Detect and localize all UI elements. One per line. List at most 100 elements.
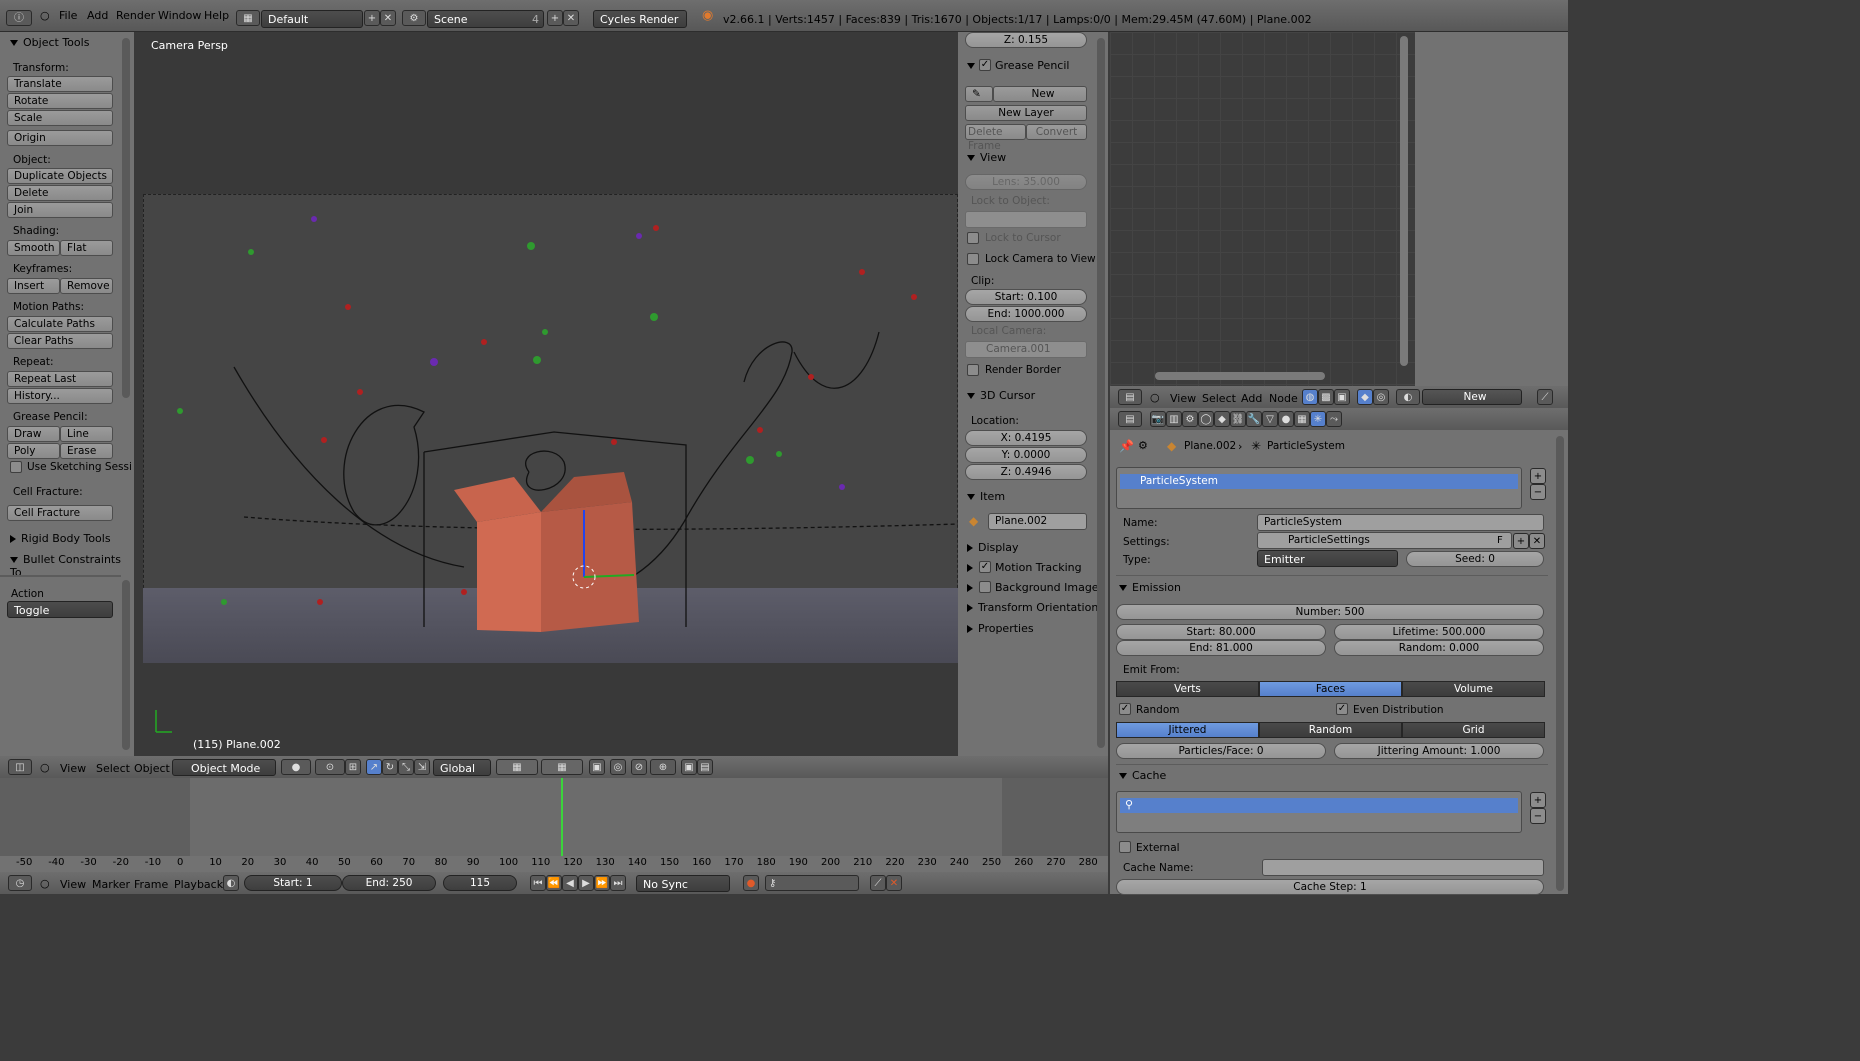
jittering-amount-field[interactable]: Jittering Amount: 1.000: [1334, 743, 1544, 759]
external-checkbox[interactable]: [1119, 841, 1131, 853]
new-grease-button[interactable]: New: [993, 86, 1087, 102]
pencil-icon[interactable]: ✎: [965, 86, 993, 102]
erase-button[interactable]: Erase: [60, 443, 113, 459]
constraints-tab-icon[interactable]: ⛓: [1230, 411, 1246, 427]
grease-pencil-checkbox[interactable]: ✓: [979, 59, 991, 71]
cursor-x-field[interactable]: X: 0.4195: [965, 430, 1087, 446]
cache-name-field[interactable]: [1262, 859, 1544, 876]
use-sketching-checkbox[interactable]: [10, 461, 22, 473]
viewport-shading-icon[interactable]: ●: [281, 759, 311, 775]
world-tab-icon[interactable]: ◯: [1198, 411, 1214, 427]
tool-shelf-scrollbar[interactable]: [122, 38, 130, 398]
end-frame-field[interactable]: End: 250: [342, 875, 436, 891]
render-tab-icon[interactable]: 📷: [1150, 411, 1166, 427]
timeline-marker-menu[interactable]: Marker: [92, 878, 130, 891]
background-images-header[interactable]: [967, 581, 978, 594]
delete-frame-button[interactable]: Delete Frame: [965, 124, 1026, 152]
new-layer-button[interactable]: New Layer: [965, 105, 1087, 121]
even-distribution-checkbox[interactable]: ✓: [1336, 703, 1348, 715]
current-frame-field[interactable]: 115: [443, 875, 517, 891]
node-editor-type-icon[interactable]: ▤: [1118, 389, 1142, 405]
random-lifetime-field[interactable]: Random: 0.000: [1334, 640, 1544, 656]
background-images-checkbox[interactable]: [979, 581, 991, 593]
menu-render[interactable]: Render: [116, 9, 155, 22]
opengl-anim-icon[interactable]: ▤: [697, 759, 713, 775]
opengl-render-icon[interactable]: ▣: [681, 759, 697, 775]
particle-type-select[interactable]: Emitter: [1257, 550, 1398, 567]
lens-field[interactable]: Lens: 35.000: [965, 174, 1087, 190]
pivot-point-icon[interactable]: ⊙: [315, 759, 345, 775]
particle-name-field[interactable]: ParticleSystem: [1257, 514, 1544, 531]
draw-button[interactable]: Draw: [7, 426, 60, 442]
jump-start-icon[interactable]: ⏮: [530, 875, 546, 891]
data-tab-icon[interactable]: ▽: [1262, 411, 1278, 427]
scene-layers-icon[interactable]: ▦: [496, 759, 538, 775]
material-tab-icon[interactable]: ●: [1278, 411, 1294, 427]
interaction-mode-select[interactable]: Object Mode: [172, 759, 276, 776]
particle-system-list-item[interactable]: ParticleSystem: [1120, 474, 1518, 489]
origin-button[interactable]: Origin: [7, 130, 113, 146]
repeat-last-button[interactable]: Repeat Last: [7, 371, 113, 387]
delete-button[interactable]: Delete: [7, 185, 113, 201]
modifiers-tab-icon[interactable]: 🔧: [1246, 411, 1262, 427]
emit-verts-option[interactable]: Verts: [1116, 681, 1259, 697]
line-button[interactable]: Line: [60, 426, 113, 442]
lock-camera-checkbox[interactable]: [967, 253, 979, 265]
scene-tab-icon[interactable]: ⚙: [1182, 411, 1198, 427]
join-button[interactable]: Join: [7, 202, 113, 218]
collapse-menu-icon[interactable]: ○: [40, 761, 50, 774]
timeline-view-menu[interactable]: View: [60, 878, 86, 891]
item-name-field[interactable]: Plane.002: [988, 513, 1087, 530]
add-particle-system-icon[interactable]: +: [1530, 468, 1546, 484]
number-field[interactable]: Number: 500: [1116, 604, 1544, 620]
clip-start-field[interactable]: Start: 0.100: [965, 289, 1087, 305]
properties-scrollbar[interactable]: [1556, 436, 1564, 891]
collapse-menu-icon[interactable]: ○: [1150, 391, 1160, 404]
rotate-manipulator-icon[interactable]: ↻: [382, 759, 398, 775]
smooth-button[interactable]: Smooth: [7, 240, 60, 256]
local-camera-field[interactable]: Camera.001: [965, 341, 1087, 358]
auto-keyframe-icon[interactable]: ●: [743, 875, 759, 891]
scene-layers-2-icon[interactable]: ▦: [541, 759, 583, 775]
scene-name-field[interactable]: Scene 4: [427, 10, 544, 28]
scale-button[interactable]: Scale: [7, 110, 113, 126]
translate-manipulator-icon[interactable]: ↗: [366, 759, 382, 775]
screen-layout-icon[interactable]: ▦: [236, 10, 260, 26]
node-editor-v-scrollbar[interactable]: [1400, 36, 1408, 366]
calculate-paths-button[interactable]: Calculate Paths: [7, 316, 113, 332]
texture-nodes-icon[interactable]: ▩: [1318, 389, 1334, 405]
current-frame-line[interactable]: [561, 778, 563, 856]
transform-orientations-header[interactable]: Transform Orientations: [967, 601, 1104, 614]
item-header[interactable]: Item: [967, 490, 1005, 503]
lock-layers-icon[interactable]: ▣: [589, 759, 605, 775]
3d-viewport[interactable]: Camera Persp (115) Plane.002: [134, 32, 958, 756]
clip-end-field[interactable]: End: 1000.000: [965, 306, 1087, 322]
fake-user-toggle[interactable]: F: [1497, 535, 1503, 546]
timeline-playback-menu[interactable]: Playback: [174, 878, 223, 891]
z-rotation-field[interactable]: Z: 0.155: [965, 32, 1087, 48]
cache-step-field[interactable]: Cache Step: 1: [1116, 879, 1544, 895]
lock-object-field[interactable]: [965, 211, 1087, 228]
rotate-button[interactable]: Rotate: [7, 93, 113, 109]
remove-cache-icon[interactable]: −: [1530, 808, 1546, 824]
add-layout-icon[interactable]: +: [364, 10, 380, 26]
node-editor[interactable]: [1110, 32, 1415, 386]
action-select[interactable]: Toggle: [7, 601, 113, 618]
3d-view-type-icon[interactable]: ◫: [8, 759, 32, 775]
editor-type-info-icon[interactable]: ⓘ: [6, 10, 32, 26]
new-settings-icon[interactable]: +: [1513, 533, 1529, 549]
history-button[interactable]: History...: [7, 388, 113, 404]
seed-field[interactable]: Seed: 0: [1406, 551, 1544, 567]
remove-layout-icon[interactable]: ✕: [380, 10, 396, 26]
shader-nodes-icon[interactable]: ◍: [1302, 389, 1318, 405]
rigid-body-tools-header[interactable]: Rigid Body Tools: [10, 532, 111, 545]
world-shader-icon[interactable]: ◎: [1373, 389, 1389, 405]
render-border-checkbox[interactable]: [967, 364, 979, 376]
cursor-z-field[interactable]: Z: 0.4946: [965, 464, 1087, 480]
pin-icon[interactable]: ⟋: [1537, 389, 1553, 405]
material-slot-icon[interactable]: ◐: [1396, 389, 1420, 405]
transform-orientation-icon[interactable]: ⇲: [414, 759, 430, 775]
render-layers-tab-icon[interactable]: ▥: [1166, 411, 1182, 427]
proportional-edit-icon[interactable]: ◎: [610, 759, 626, 775]
manipulator-toggle-icon[interactable]: ⊞: [345, 759, 361, 775]
